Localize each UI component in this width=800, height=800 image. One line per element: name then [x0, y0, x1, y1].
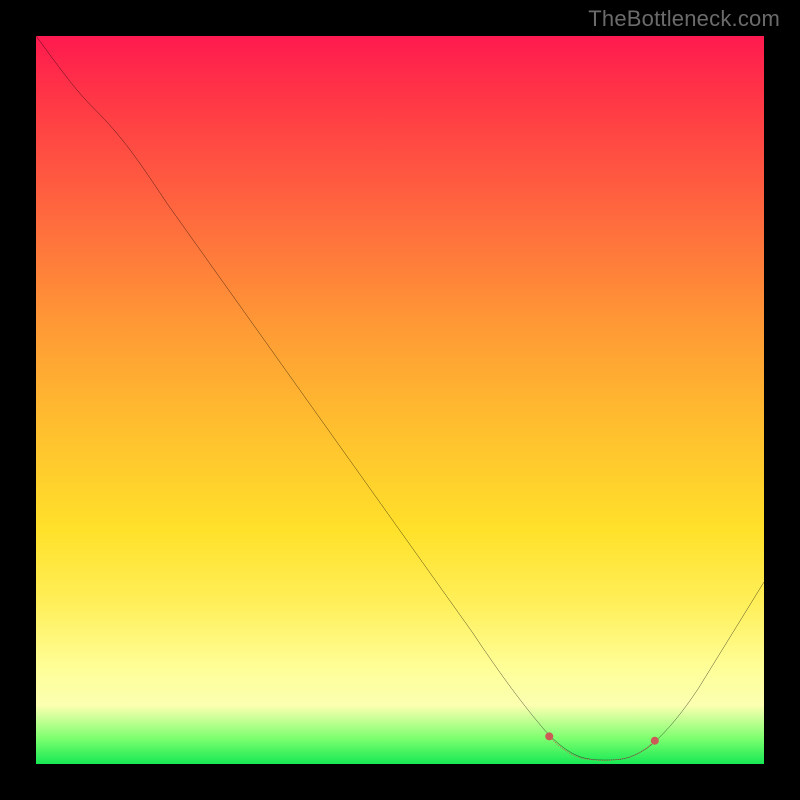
curve-layer: [36, 36, 764, 764]
sweet-spot-end-right: [651, 737, 659, 745]
bottleneck-curve: [36, 36, 764, 760]
watermark-text: TheBottleneck.com: [588, 6, 780, 32]
chart-frame: TheBottleneck.com: [0, 0, 800, 800]
sweet-spot-end-left: [545, 732, 553, 740]
sweet-spot-band: [549, 736, 655, 760]
gradient-plot-area: [36, 36, 764, 764]
